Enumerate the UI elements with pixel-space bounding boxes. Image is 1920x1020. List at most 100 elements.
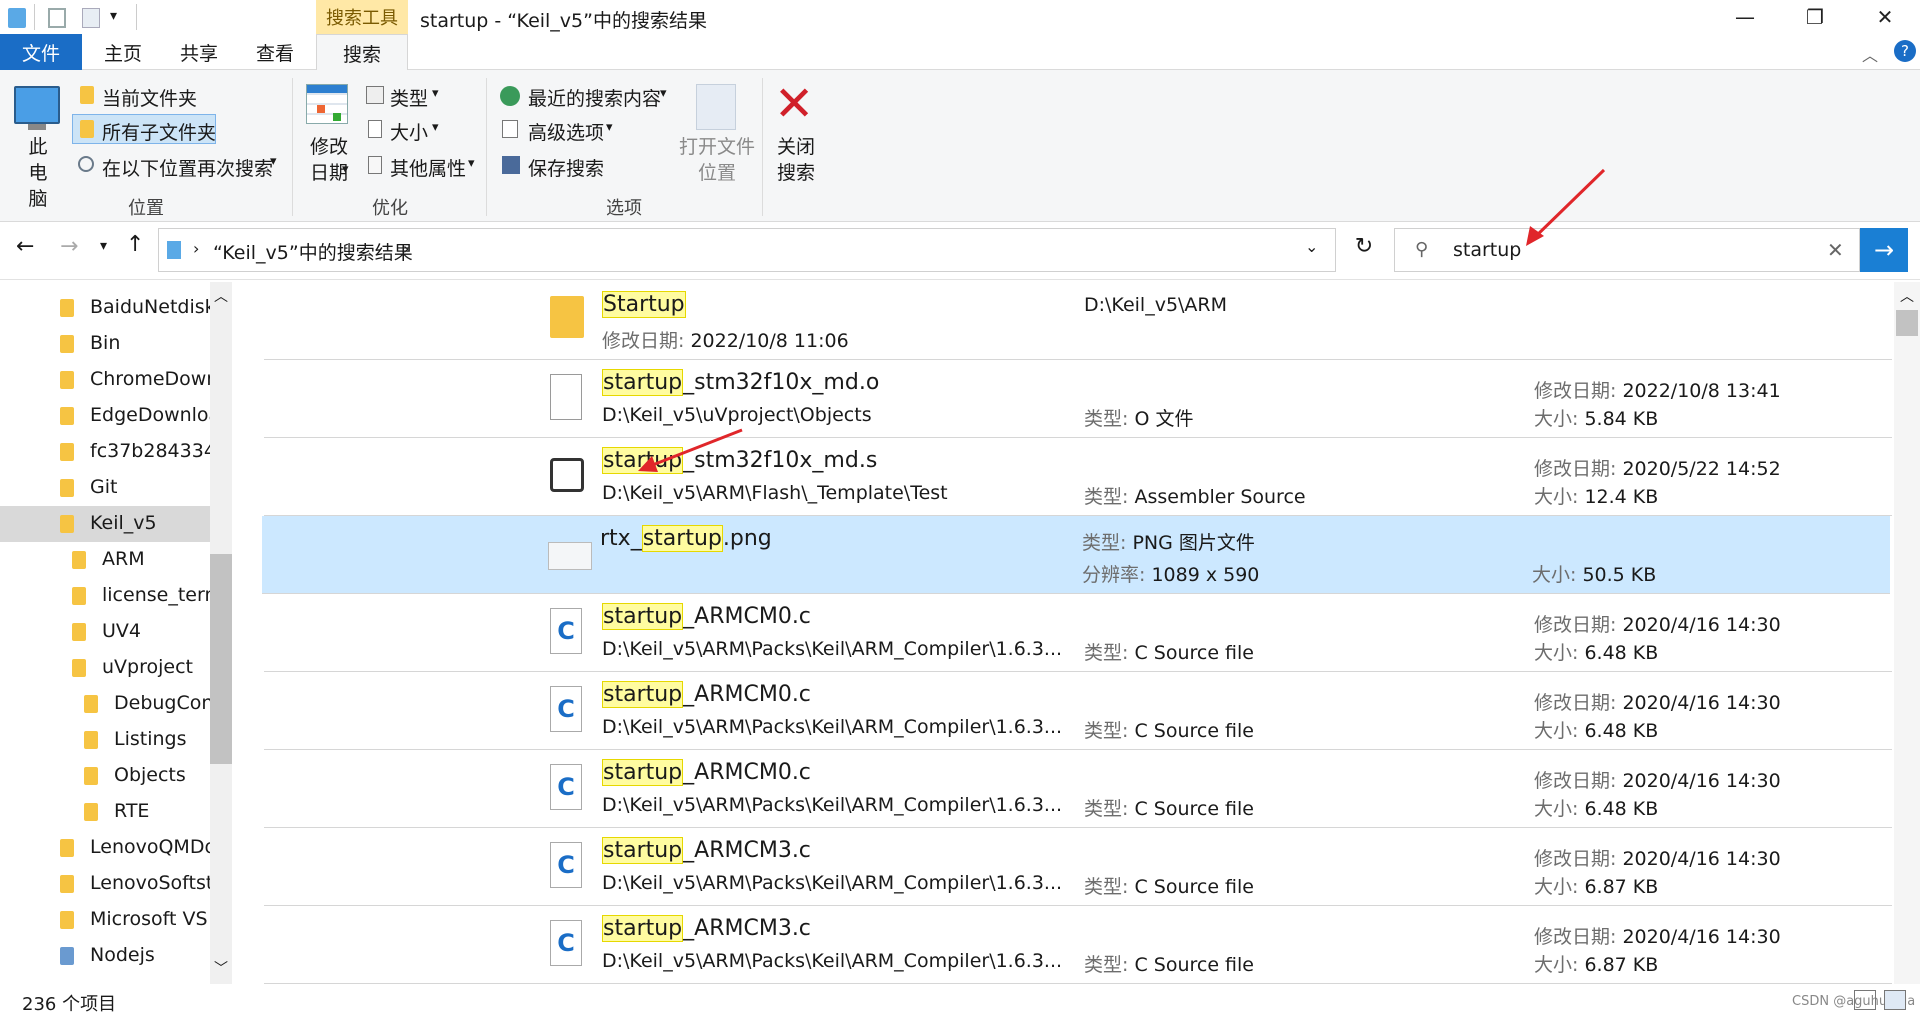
file-name[interactable]: startup_ARMCM0.c [602,759,811,786]
file-row[interactable]: startup_stm32f10x_md.o D:\Keil_v5\uVproje… [264,360,1892,438]
chevron-down-icon[interactable]: ▾ [468,156,475,171]
open-location-button[interactable]: 打开文件位置 [676,134,758,186]
save-search-button[interactable]: 保存搜索 [528,154,604,181]
field-label: 大小: [1534,720,1579,742]
search-again-button[interactable]: 在以下位置再次搜索 [102,154,273,181]
clear-search-icon[interactable]: ✕ [1827,238,1844,262]
nav-item[interactable]: license_terms [0,578,210,614]
nav-item[interactable]: RTE [0,794,210,830]
nav-item[interactable]: ChromeDownl [0,362,210,398]
all-subfolders-button[interactable]: 所有子文件夹 [102,118,216,145]
recent-locations-icon[interactable]: ▾ [100,238,107,254]
breadcrumb[interactable]: “Keil_v5”中的搜索结果 [213,238,413,265]
search-highlight: startup [602,681,684,708]
details-view-icon[interactable] [1854,990,1876,1010]
chevron-down-icon[interactable]: ▾ [270,154,277,169]
nav-item[interactable]: Listings [0,722,210,758]
scroll-thumb[interactable] [1896,310,1918,336]
chevron-down-icon[interactable]: ▾ [342,162,349,177]
tab-file[interactable]: 文件 [0,34,82,70]
other-properties-button[interactable]: 其他属性 [390,154,466,181]
folder-icon [60,335,74,353]
nav-item[interactable]: Nodejs [0,938,210,974]
file-row[interactable]: Cstartup_ARMCM3.c D:\Keil_v5\ARM\Packs\Ke… [264,906,1892,984]
nav-item[interactable]: Objects [0,758,210,794]
search-go-button[interactable]: → [1860,228,1908,272]
file-name[interactable]: Startup [602,291,686,318]
field-value: D:\Keil_v5\ARM\Packs\Keil\ARM_Compiler\1… [602,872,1063,894]
file-row[interactable]: Cstartup_ARMCM3.c D:\Keil_v5\ARM\Packs\Ke… [264,828,1892,906]
file-row[interactable]: Cstartup_ARMCM0.c D:\Keil_v5\ARM\Packs\Ke… [264,594,1892,672]
nav-item[interactable]: Bin [0,326,210,362]
forward-arrow-icon[interactable]: → [60,234,78,259]
quick-access-dropdown-icon[interactable]: ▾ [110,8,117,24]
nav-item[interactable]: LenovoQMDo [0,830,210,866]
minimize-button[interactable]: — [1710,0,1780,34]
file-row[interactable]: rtx_startup.png 类型: PNG 图片文件 分辨率: 1089 x 5… [262,516,1890,594]
file-name[interactable]: startup_ARMCM3.c [602,915,811,942]
chevron-down-icon[interactable]: ▾ [606,120,613,135]
help-icon[interactable]: ? [1894,40,1916,62]
file-name[interactable]: startup_ARMCM0.c [602,603,811,630]
list-scrollbar[interactable]: ︿ [1894,282,1920,984]
file-row[interactable]: Cstartup_ARMCM0.c D:\Keil_v5\ARM\Packs\Ke… [264,750,1892,828]
nav-item[interactable]: EdgeDownloa [0,398,210,434]
close-search-button[interactable]: 关闭搜索 [776,134,816,186]
up-arrow-icon[interactable]: ↑ [126,232,144,257]
tab-home[interactable]: 主页 [90,34,156,70]
current-folder-button[interactable]: 当前文件夹 [102,84,197,111]
file-name[interactable]: startup_stm32f10x_md.o [602,369,879,396]
nav-item[interactable]: ARM [0,542,210,578]
chevron-down-icon[interactable]: ▾ [660,86,667,101]
tab-search[interactable]: 搜索 [316,34,408,71]
nav-item[interactable]: UV4 [0,614,210,650]
refresh-icon[interactable]: ↻ [1342,234,1386,268]
new-folder-icon[interactable] [82,8,100,28]
modified-date-button[interactable]: 修改日期 [306,134,352,186]
type-button[interactable]: 类型 [390,84,428,111]
scroll-down-icon[interactable]: ﹀ [214,958,228,978]
file-name[interactable]: startup_ARMCM0.c [602,681,811,708]
file-name[interactable]: rtx_startup.png [600,525,772,552]
properties-icon[interactable] [48,8,66,28]
nav-item[interactable]: LenovoSoftsto [0,866,210,902]
scroll-up-icon[interactable]: ︿ [1900,286,1914,306]
file-row[interactable]: Startup 修改日期: 2022/10/8 11:06 D:\Keil_v5\A… [264,282,1892,360]
chevron-down-icon[interactable]: ▾ [432,86,439,101]
tab-share[interactable]: 共享 [166,34,232,70]
nav-item[interactable]: Microsoft VS C [0,902,210,938]
recent-searches-button[interactable]: 最近的搜索内容 [528,84,661,111]
nav-item[interactable]: fc37b2843341 [0,434,210,470]
address-bar[interactable]: › “Keil_v5”中的搜索结果 › ⌄ [158,228,1336,272]
nav-item[interactable]: DebugConf [0,686,210,722]
back-arrow-icon[interactable]: ← [16,234,34,259]
file-row[interactable]: startup_stm32f10x_md.s D:\Keil_v5\ARM\Fla… [264,438,1892,516]
file-size: 大小: 50.5 KB [1532,560,1656,587]
nav-item[interactable]: Keil_v5 [0,506,210,542]
file-name[interactable]: startup_stm32f10x_md.s [602,447,877,474]
large-icons-view-icon[interactable] [1884,990,1906,1010]
scroll-thumb[interactable] [210,554,232,764]
maximize-button[interactable]: ❐ [1780,0,1850,34]
scroll-up-icon[interactable]: ︿ [214,286,228,306]
nav-item[interactable]: Git [0,470,210,506]
field-value: 2022/10/8 13:41 [1622,380,1781,402]
advanced-options-button[interactable]: 高级选项 [528,118,604,145]
field-value: D:\Keil_v5\uVproject\Objects [602,404,872,426]
nav-scrollbar[interactable]: ︿ ﹀ [210,282,232,984]
chevron-down-icon[interactable]: ▾ [432,120,439,135]
collapse-ribbon-icon[interactable]: ︿ [1862,42,1878,66]
size-button[interactable]: 大小 [390,118,428,145]
close-button[interactable]: ✕ [1850,0,1920,34]
nav-item[interactable]: uVproject [0,650,210,686]
breadcrumb-chevron-icon[interactable]: › [403,239,409,258]
search-input[interactable]: startup [1453,239,1521,261]
navigation-pane: BaiduNetdiskD Bin ChromeDownl EdgeDownloa fc… [0,282,234,984]
this-pc-button[interactable]: 此电脑 [20,134,56,212]
search-box[interactable]: ⚲ startup ✕ [1394,228,1860,272]
address-dropdown-icon[interactable]: ⌄ [1305,237,1318,256]
nav-item[interactable]: BaiduNetdiskD [0,290,210,326]
file-row[interactable]: Cstartup_ARMCM0.c D:\Keil_v5\ARM\Packs\Ke… [264,672,1892,750]
tab-view[interactable]: 查看 [242,34,308,70]
file-name[interactable]: startup_ARMCM3.c [602,837,811,864]
